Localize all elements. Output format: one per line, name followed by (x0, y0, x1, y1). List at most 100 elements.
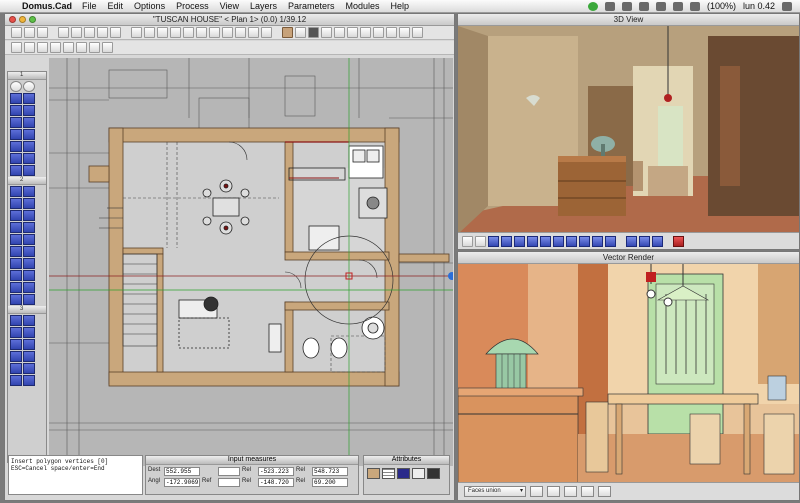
rotate-tool-icon[interactable] (23, 165, 35, 176)
material-swatch[interactable] (367, 468, 380, 479)
brush-icon[interactable] (530, 486, 543, 497)
view-top-icon[interactable] (488, 235, 499, 247)
arc-tool-icon[interactable] (10, 117, 22, 128)
line-swatch[interactable] (427, 468, 440, 479)
snap-plus-icon[interactable] (170, 27, 181, 38)
key-icon[interactable] (110, 27, 121, 38)
hatch-tool-icon[interactable] (23, 141, 35, 152)
menu-modules[interactable]: Modules (346, 1, 380, 11)
spotlight-icon[interactable] (782, 1, 792, 11)
save-render-icon[interactable] (598, 486, 611, 497)
rel-field-d[interactable]: 69.200 (312, 478, 348, 487)
mirror-tool-icon[interactable] (10, 294, 22, 305)
rel-field-c[interactable]: -148.720 (258, 478, 294, 487)
command-line[interactable]: Insert polygon vertices [0] ESC=Cancel s… (8, 455, 143, 495)
vector-render-titlebar[interactable]: Vector Render (458, 252, 799, 264)
block-tool-icon[interactable] (10, 153, 22, 164)
vector-render-canvas[interactable] (458, 264, 799, 484)
view-solid-icon[interactable] (579, 235, 590, 247)
hatch-swatch[interactable] (382, 468, 395, 479)
color-swatch[interactable] (397, 468, 410, 479)
duplicate-icon[interactable] (76, 42, 87, 53)
view-side-icon[interactable] (514, 235, 525, 247)
orbit-icon[interactable] (475, 235, 486, 247)
symbol-tool-icon[interactable] (23, 153, 35, 164)
polyline-tool-icon[interactable] (23, 93, 35, 104)
arrow-icon[interactable] (11, 42, 22, 53)
help-icon[interactable] (102, 42, 113, 53)
walk-tool-icon[interactable] (23, 327, 35, 338)
close-button[interactable] (9, 16, 16, 23)
export-icon[interactable] (652, 235, 663, 247)
palette-section-3[interactable]: 3 (8, 306, 46, 314)
pen-icon[interactable] (308, 27, 319, 38)
view-wire-icon[interactable] (566, 235, 577, 247)
view-icon[interactable] (63, 42, 74, 53)
square-tool-icon[interactable] (23, 105, 35, 116)
blank-field[interactable] (218, 467, 240, 476)
select-tool-icon[interactable] (10, 81, 22, 92)
dest-field[interactable]: 552.955 (164, 467, 200, 476)
zoom-tool-icon[interactable] (10, 339, 22, 350)
print-tool-icon[interactable] (23, 375, 35, 386)
elevation-tool-icon[interactable] (23, 258, 35, 269)
palette-section-1[interactable]: 1 (8, 72, 46, 80)
minimize-button[interactable] (19, 16, 26, 23)
view-zoom-out-icon[interactable] (605, 235, 616, 247)
light-tool-icon[interactable] (10, 270, 22, 281)
rect-tool-icon[interactable] (10, 105, 22, 116)
sync-icon[interactable] (587, 1, 598, 11)
wifi-icon[interactable] (655, 1, 666, 11)
menu-parameters[interactable]: Parameters (288, 1, 335, 11)
stack-icon[interactable] (50, 42, 61, 53)
group-tool-icon[interactable] (23, 282, 35, 293)
stair-tool-icon[interactable] (10, 210, 22, 221)
volume-icon[interactable] (672, 1, 683, 11)
stop-icon[interactable] (673, 235, 684, 247)
snap-minus-icon[interactable] (157, 27, 168, 38)
view-iso-icon[interactable] (540, 235, 551, 247)
tool-a-icon[interactable] (334, 27, 345, 38)
tool-e-icon[interactable] (386, 27, 397, 38)
menu-options[interactable]: Options (134, 1, 165, 11)
pen-swatch[interactable] (412, 468, 425, 479)
tool-c-icon[interactable] (360, 27, 371, 38)
render-mode-select[interactable]: Faces union (464, 486, 526, 497)
app-menu[interactable]: Domus.Cad (22, 1, 72, 11)
material-tool-icon[interactable] (10, 351, 22, 362)
menu-edit[interactable]: Edit (108, 1, 124, 11)
roof-tool-icon[interactable] (10, 222, 22, 233)
column-tool-icon[interactable] (23, 210, 35, 221)
layer-tool-icon[interactable] (10, 282, 22, 293)
grid-icon[interactable] (295, 27, 306, 38)
snap-cross-icon[interactable] (144, 27, 155, 38)
view-back-icon[interactable] (527, 235, 538, 247)
text-tool-icon[interactable] (10, 141, 22, 152)
window-tool-icon[interactable] (23, 198, 35, 209)
hand-icon[interactable] (462, 235, 473, 247)
paste-icon[interactable] (84, 27, 95, 38)
palette-section-2[interactable]: 2 (8, 177, 46, 185)
line-tool-icon[interactable] (10, 93, 22, 104)
ref-field[interactable] (218, 478, 240, 487)
print-icon[interactable] (97, 27, 108, 38)
snap-dot-icon[interactable] (261, 27, 272, 38)
beam-tool-icon[interactable] (10, 234, 22, 245)
wall-tool-icon[interactable] (10, 186, 22, 197)
pan-tool-icon[interactable] (23, 339, 35, 350)
snap-center-icon[interactable] (196, 27, 207, 38)
copy-icon[interactable] (71, 27, 82, 38)
view3d-titlebar[interactable]: 3D View (458, 14, 799, 26)
copy-render-icon[interactable] (581, 486, 594, 497)
orbit-tool-icon[interactable] (10, 327, 22, 338)
tool-f-icon[interactable] (399, 27, 410, 38)
zoom-button[interactable] (29, 16, 36, 23)
snap-tangent-icon[interactable] (222, 27, 233, 38)
export-tool-icon[interactable] (10, 375, 22, 386)
dimension-tool-icon[interactable] (23, 129, 35, 140)
circle-tool-icon[interactable] (23, 117, 35, 128)
draw-tool-icon[interactable] (23, 81, 35, 92)
plan-window-titlebar[interactable]: "TUSCAN HOUSE" < Plan 1> (0.0) 1/39.12 (5, 14, 454, 26)
pencil-icon[interactable] (321, 27, 332, 38)
texture-tool-icon[interactable] (23, 351, 35, 362)
